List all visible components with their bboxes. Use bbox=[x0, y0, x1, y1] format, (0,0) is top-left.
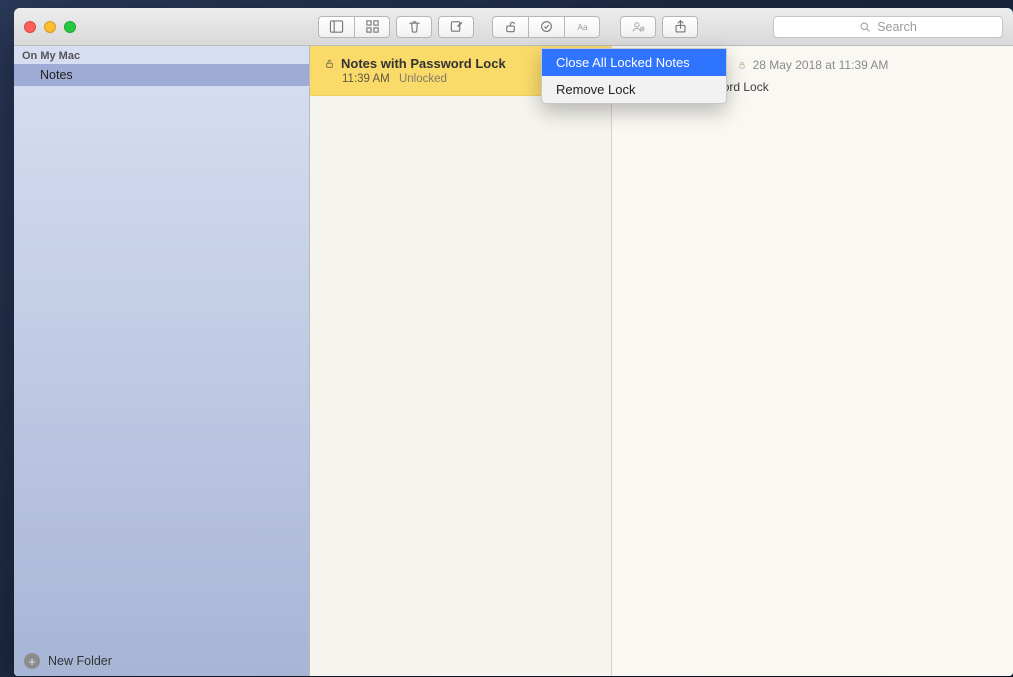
search-placeholder: Search bbox=[877, 20, 917, 34]
add-people-icon bbox=[631, 19, 646, 34]
share-icon bbox=[673, 19, 688, 34]
close-window-button[interactable] bbox=[24, 21, 36, 33]
grid-view-button[interactable] bbox=[354, 16, 390, 38]
notes-window: Aa Search On My Mac Notes bbox=[14, 8, 1013, 676]
sidebar-item-label: Notes bbox=[40, 68, 73, 82]
new-folder-label: New Folder bbox=[48, 654, 112, 668]
new-folder-button[interactable]: + New Folder bbox=[14, 646, 309, 676]
share-button[interactable] bbox=[662, 16, 698, 38]
font-icon: Aa bbox=[575, 19, 590, 34]
titlebar: Aa Search bbox=[14, 8, 1013, 46]
delete-button[interactable] bbox=[396, 16, 432, 38]
trash-icon bbox=[407, 19, 422, 34]
body: On My Mac Notes + New Folder Notes with … bbox=[14, 46, 1013, 676]
compose-icon bbox=[449, 19, 464, 34]
plus-circle-icon: + bbox=[24, 653, 40, 669]
unlock-icon bbox=[324, 58, 335, 69]
sidebar: On My Mac Notes + New Folder bbox=[14, 46, 310, 676]
grid-view-icon bbox=[365, 19, 380, 34]
lock-small-icon bbox=[737, 60, 747, 70]
share-controls bbox=[620, 16, 698, 38]
search-field[interactable]: Search bbox=[773, 16, 1003, 38]
lock-dropdown-menu: Close All Locked Notes Remove Lock bbox=[541, 48, 727, 104]
list-view-icon bbox=[329, 19, 344, 34]
note-time: 11:39 AM bbox=[342, 73, 390, 85]
menu-item-remove-lock[interactable]: Remove Lock bbox=[542, 76, 726, 103]
note-title: Notes with Password Lock bbox=[341, 56, 506, 71]
editor-timestamp: 28 May 2018 at 11:39 AM bbox=[753, 58, 889, 72]
format-controls: Aa bbox=[492, 16, 600, 38]
menu-item-close-all-locked[interactable]: Close All Locked Notes bbox=[542, 49, 726, 76]
sidebar-section-header: On My Mac bbox=[14, 46, 309, 64]
editor-pane: 28 May 2018 at 11:39 AM Notes with Passw… bbox=[612, 46, 1013, 676]
zoom-window-button[interactable] bbox=[64, 21, 76, 33]
lock-button[interactable] bbox=[492, 16, 528, 38]
format-button[interactable]: Aa bbox=[564, 16, 600, 38]
list-view-button[interactable] bbox=[318, 16, 354, 38]
new-note-button[interactable] bbox=[438, 16, 474, 38]
note-list: Notes with Password Lock 11:39 AM Unlock… bbox=[310, 46, 612, 676]
view-controls bbox=[318, 16, 474, 38]
svg-text:Aa: Aa bbox=[577, 23, 588, 32]
window-controls bbox=[24, 21, 76, 33]
sidebar-item-notes[interactable]: Notes bbox=[14, 64, 309, 86]
search-icon bbox=[859, 21, 871, 33]
search-group: Search bbox=[708, 16, 1003, 38]
checklist-button[interactable] bbox=[528, 16, 564, 38]
minimize-window-button[interactable] bbox=[44, 21, 56, 33]
checklist-icon bbox=[539, 19, 554, 34]
note-status: Unlocked bbox=[399, 73, 447, 85]
unlock-icon bbox=[503, 19, 518, 34]
add-people-button[interactable] bbox=[620, 16, 656, 38]
